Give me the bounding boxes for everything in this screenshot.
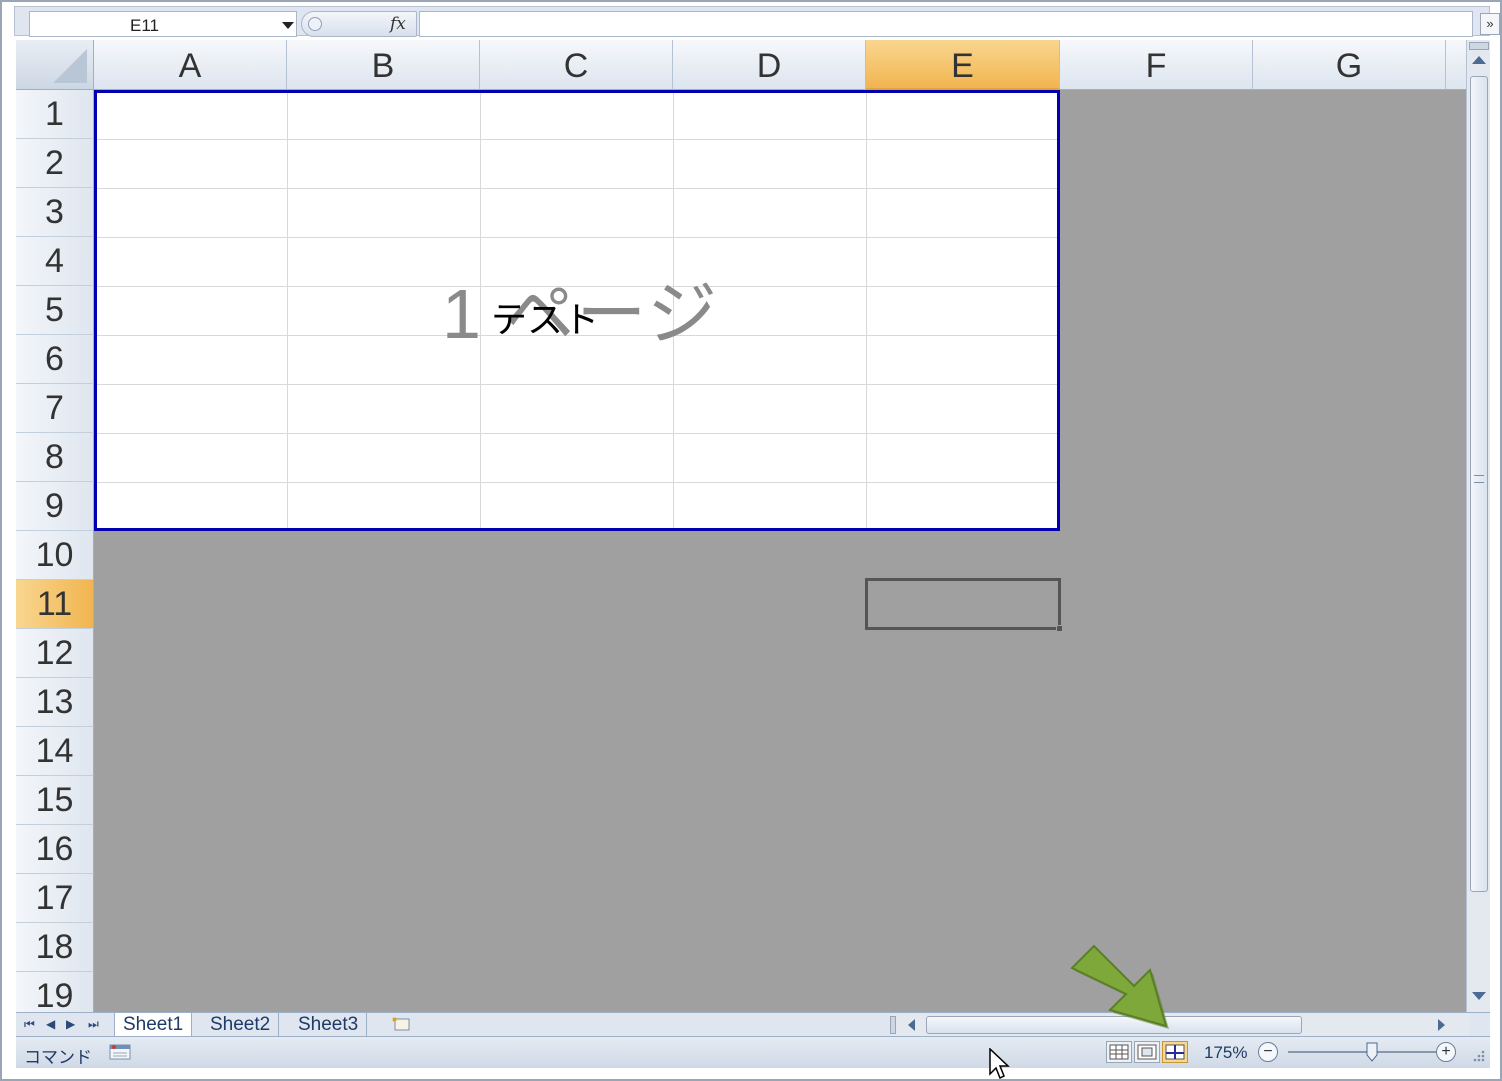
vertical-scroll-thumb[interactable] [1470,76,1488,892]
horizontal-scrollbar[interactable] [890,1014,1470,1036]
scroll-down-icon[interactable] [1472,992,1486,1000]
insert-sheet-icon[interactable] [390,1016,412,1032]
column-header-f[interactable]: F [1060,40,1253,90]
row-header-17[interactable]: 17 [16,874,94,923]
expand-formula-bar-button[interactable]: » [1480,13,1500,35]
prev-sheet-icon[interactable]: ◀ [46,1017,55,1031]
zoom-in-icon[interactable]: + [1436,1042,1456,1062]
zoom-slider-thumb[interactable] [1366,1042,1378,1062]
gridline [97,482,1057,483]
sheet-grid[interactable]: A B C D E F G 1 2 3 4 5 6 7 8 9 10 11 12… [16,40,1466,1012]
scroll-right-icon[interactable] [1438,1019,1445,1031]
gridline [97,237,1057,238]
page-layout-icon [1137,1044,1157,1060]
page-break-preview-icon [1165,1044,1185,1060]
mouse-cursor-icon [989,1048,1010,1080]
status-bar: コマンド 175% − + [16,1036,1490,1068]
insert-function-button[interactable]: fx [390,14,406,34]
row-header-11[interactable]: 11 [16,580,94,629]
gridline [287,93,288,528]
row-header-6[interactable]: 6 [16,335,94,384]
row-header-12[interactable]: 12 [16,629,94,678]
insert-function-area: fx [301,11,417,37]
row-header-16[interactable]: 16 [16,825,94,874]
last-sheet-icon[interactable]: ⏭ [88,1017,99,1032]
excel-window: E11 fx » A B C D E F G 1 2 3 4 5 6 7 8 9… [0,0,1502,1081]
column-header-b[interactable]: B [287,40,480,90]
tab-split-box[interactable] [890,1016,896,1034]
annotation-arrow-icon [1070,944,1169,1029]
column-header-d[interactable]: D [673,40,866,90]
gridline [866,93,867,528]
gridline [97,188,1057,189]
name-box-value: E11 [130,16,159,35]
column-header-c[interactable]: C [480,40,673,90]
fill-handle[interactable] [1056,625,1063,632]
row-header-2[interactable]: 2 [16,139,94,188]
column-header-g[interactable]: G [1253,40,1446,90]
row-header-19[interactable]: 19 [16,972,94,1012]
scroll-up-icon[interactable] [1472,56,1486,64]
sheet-tab-1[interactable]: Sheet1 [114,1013,193,1036]
select-all-button[interactable] [16,40,94,90]
formula-input[interactable] [419,11,1473,37]
page-break-preview-button[interactable] [1162,1041,1188,1063]
row-header-10[interactable]: 10 [16,531,94,580]
chevron-down-icon[interactable] [282,22,294,29]
vertical-scrollbar[interactable] [1466,40,1490,1012]
column-header-h[interactable] [1446,40,1466,90]
active-cell-e11[interactable] [865,578,1063,632]
row-header-13[interactable]: 13 [16,678,94,727]
print-page-1[interactable]: 1 ページ テスト [94,90,1060,531]
row-header-18[interactable]: 18 [16,923,94,972]
zoom-slider-track[interactable] [1288,1051,1440,1053]
cell-b5[interactable]: テスト [491,291,599,343]
gridline [97,384,1057,385]
next-sheet-icon[interactable]: ▶ [66,1017,75,1031]
column-header-a[interactable]: A [94,40,287,90]
first-sheet-icon[interactable]: ⏮ [24,1017,35,1032]
status-mode: コマンド [24,1048,92,1067]
formula-bar: E11 fx » [14,6,1500,37]
select-all-icon [53,49,87,83]
formula-grip-icon[interactable] [308,17,322,31]
row-header-4[interactable]: 4 [16,237,94,286]
page-layout-view-button[interactable] [1134,1041,1160,1063]
name-box[interactable]: E11 [29,11,297,37]
row-header-15[interactable]: 15 [16,776,94,825]
sheet-tab-bar: ⏮ ◀ ▶ ⏭ Sheet1 Sheet2 Sheet3 [16,1012,1490,1036]
normal-view-icon [1109,1044,1129,1060]
sheet-tab-3[interactable]: Sheet3 [290,1013,368,1036]
row-header-3[interactable]: 3 [16,188,94,237]
sheet-tab-2[interactable]: Sheet2 [202,1013,280,1036]
row-header-9[interactable]: 9 [16,482,94,531]
gridline [97,139,1057,140]
row-header-1[interactable]: 1 [16,90,94,139]
zoom-out-icon[interactable]: − [1258,1042,1278,1062]
gridline [97,433,1057,434]
grip-icon [1474,475,1484,483]
row-header-5[interactable]: 5 [16,286,94,335]
row-header-7[interactable]: 7 [16,384,94,433]
row-header-8[interactable]: 8 [16,433,94,482]
split-box[interactable] [1469,42,1489,50]
resize-grip-icon[interactable] [1470,1045,1486,1063]
zoom-level[interactable]: 175% [1204,1043,1247,1063]
column-header-e[interactable]: E [866,40,1060,90]
row-header-14[interactable]: 14 [16,727,94,776]
scroll-left-icon[interactable] [908,1019,915,1031]
record-macro-icon[interactable] [108,1043,132,1061]
normal-view-button[interactable] [1106,1041,1132,1063]
